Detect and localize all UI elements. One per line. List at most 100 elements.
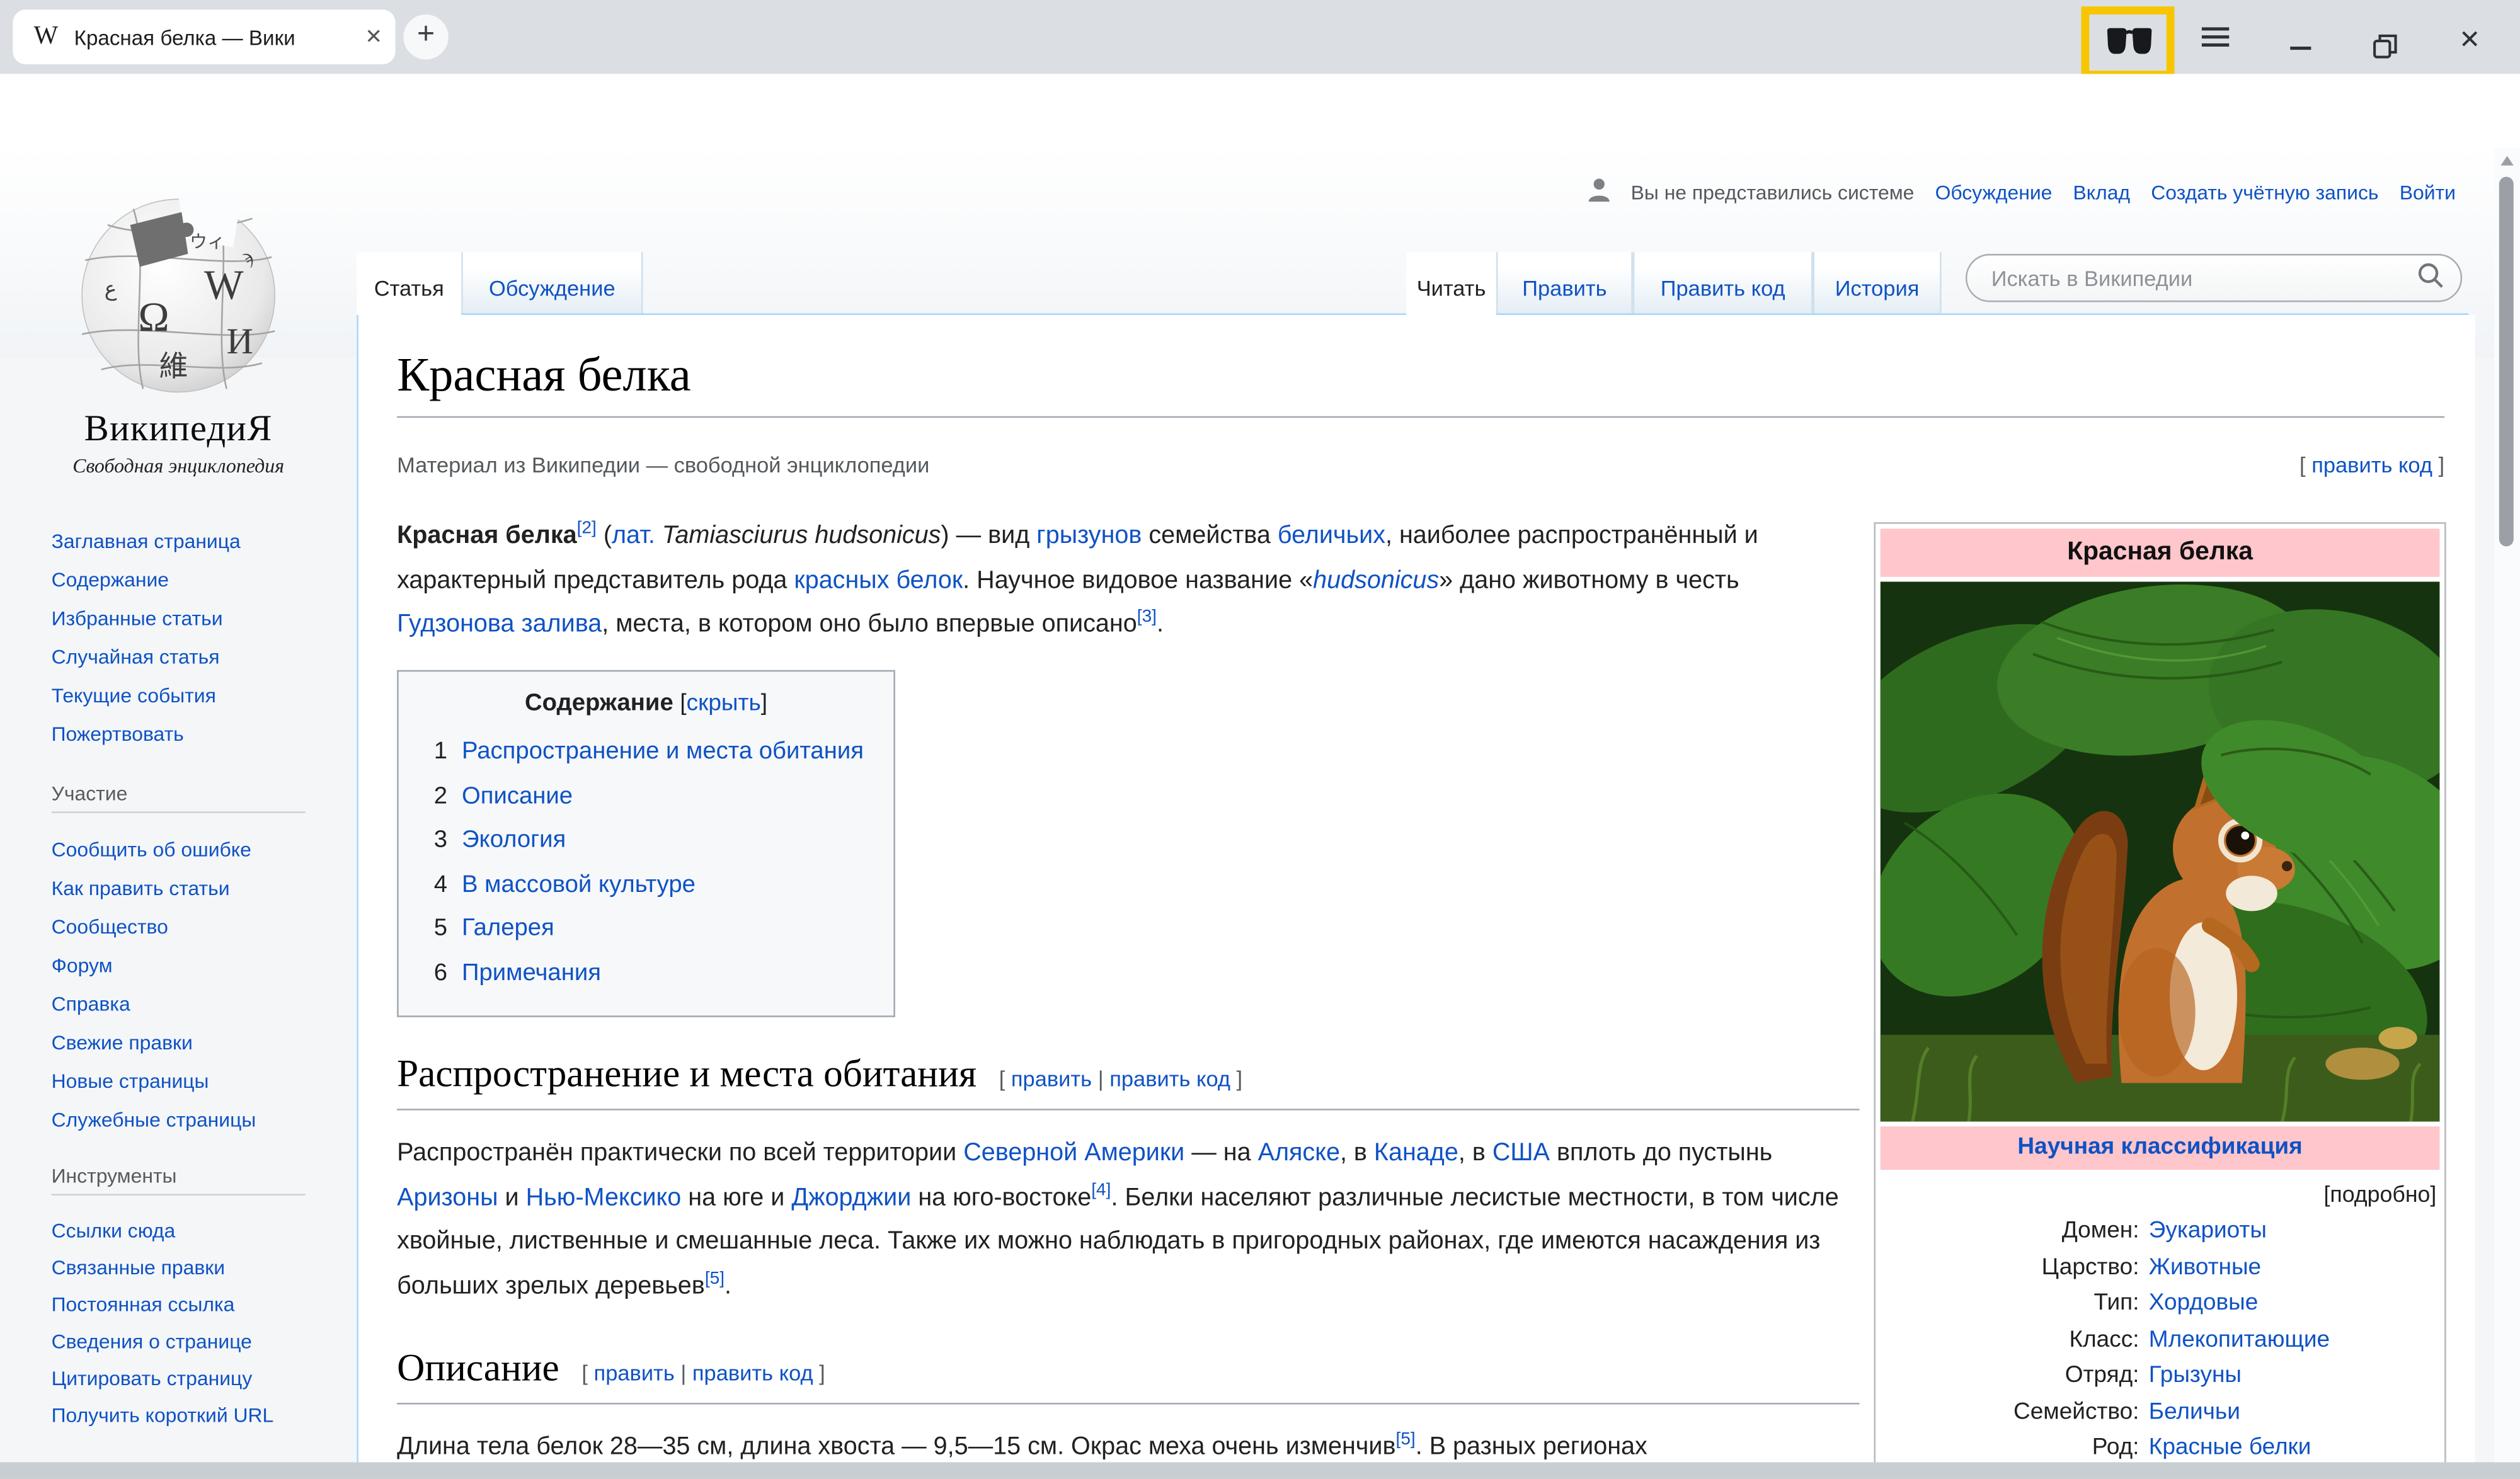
wiki-link[interactable]: Северной Америки bbox=[963, 1139, 1184, 1167]
sidebar-item-featured[interactable]: Избранные статьи bbox=[52, 600, 241, 638]
wiki-link[interactable]: править код bbox=[692, 1361, 813, 1385]
toc-item[interactable]: 3Экология bbox=[434, 818, 878, 862]
wiki-link[interactable]: править код bbox=[1109, 1067, 1230, 1091]
personal-link-talk[interactable]: Обсуждение bbox=[1935, 181, 2053, 204]
reference-link[interactable]: [4] bbox=[1091, 1180, 1111, 1199]
reference-link[interactable]: [2] bbox=[577, 519, 597, 539]
scrollbar-up-arrow-icon[interactable] bbox=[2500, 156, 2513, 165]
wiki-link[interactable]: править bbox=[594, 1361, 675, 1385]
tab-history[interactable]: История bbox=[1813, 253, 1942, 315]
toc-item[interactable]: 5Галерея bbox=[434, 906, 878, 951]
toc-item[interactable]: 1Распространение и места обитания bbox=[434, 729, 878, 774]
taxon-link[interactable]: Млекопитающие bbox=[2149, 1327, 2330, 1352]
browser-tab[interactable]: W Красная белка — Вики ✕ bbox=[13, 9, 395, 64]
personal-link-contributions[interactable]: Вклад bbox=[2073, 181, 2131, 204]
search-icon[interactable] bbox=[2417, 262, 2444, 294]
sidebar-item-what-links-here[interactable]: Ссылки сюда bbox=[52, 1213, 328, 1250]
restore-window-icon[interactable] bbox=[2372, 34, 2398, 68]
taxon-link[interactable]: Беличьи bbox=[2149, 1399, 2240, 1425]
table-row: Домен:Эукариоты bbox=[1881, 1213, 2440, 1249]
wiki-search-input[interactable] bbox=[1988, 265, 2417, 292]
edit-source-top-link[interactable]: [ править код ] bbox=[2300, 453, 2444, 477]
sidebar-item-how-to-edit[interactable]: Как править статьи bbox=[52, 869, 256, 908]
personal-link-create-account[interactable]: Создать учётную запись bbox=[2151, 181, 2378, 204]
reference-link[interactable]: [5] bbox=[705, 1269, 724, 1288]
sidebar-item-recent-changes[interactable]: Свежие правки bbox=[52, 1024, 256, 1062]
reference-link[interactable]: [3] bbox=[1137, 607, 1157, 627]
sidebar-header-tools: Инструменты bbox=[52, 1165, 306, 1195]
wiki-link[interactable]: лат. bbox=[612, 522, 655, 549]
wikipedia-logo[interactable]: Ω W И 維 ウィ ع ϡ ВикипедиЯ Свободная энцик… bbox=[0, 161, 357, 479]
section-distribution: Распространение и места обитания[ правит… bbox=[397, 1054, 1859, 1308]
wiki-link[interactable]: Гудзонова залива bbox=[397, 610, 602, 637]
sidebar-item-donate[interactable]: Пожертвовать bbox=[52, 715, 241, 753]
sidebar-item-help[interactable]: Справка bbox=[52, 985, 256, 1024]
toc-item[interactable]: 2Описание bbox=[434, 774, 878, 818]
toc-item[interactable]: 4В массовой культуре bbox=[434, 862, 878, 906]
taxon-link[interactable]: Хордовые bbox=[2149, 1290, 2259, 1316]
reference-link[interactable]: [5] bbox=[1396, 1430, 1416, 1449]
wiki-link[interactable]: скрыть bbox=[687, 691, 761, 717]
toc-hide-link[interactable]: [скрыть] bbox=[680, 691, 767, 717]
toc-item[interactable]: 6Примечания bbox=[434, 951, 878, 995]
wiki-link[interactable]: Канаде bbox=[1374, 1139, 1458, 1167]
tab-edit-source[interactable]: Править код bbox=[1633, 253, 1813, 315]
personal-link-login[interactable]: Войти bbox=[2400, 181, 2456, 204]
sidebar-item-page-info[interactable]: Сведения о странице bbox=[52, 1324, 328, 1361]
tab-article[interactable]: Статья bbox=[357, 253, 461, 315]
personal-tools-bar: Вы не представились системе Обсуждение В… bbox=[1588, 178, 2456, 207]
sidebar-group-navigation: Заглавная страница Содержание Избранные … bbox=[52, 522, 241, 753]
sidebar-item-random[interactable]: Случайная статья bbox=[52, 638, 241, 677]
wiki-link[interactable]: hudsonicus bbox=[1313, 566, 1439, 593]
tab-read[interactable]: Читать bbox=[1406, 253, 1496, 315]
sidebar-item-main-page[interactable]: Заглавная страница bbox=[52, 522, 241, 561]
wiki-search-box[interactable] bbox=[1966, 254, 2462, 302]
squirrel-photo[interactable] bbox=[1881, 581, 2440, 1121]
wiki-link[interactable]: беличьих bbox=[1278, 522, 1385, 549]
wiki-link[interactable]: красных белок bbox=[794, 566, 963, 593]
sidebar-item-new-pages[interactable]: Новые страницы bbox=[52, 1062, 256, 1100]
scrollbar-thumb[interactable] bbox=[2499, 177, 2514, 547]
sidebar-item-community[interactable]: Сообщество bbox=[52, 908, 256, 946]
sidebar-item-report-error[interactable]: Сообщить об ошибке bbox=[52, 831, 256, 869]
section-edit-links[interactable]: [ править | править код ] bbox=[999, 1067, 1242, 1091]
taxon-link[interactable]: Эукариоты bbox=[2149, 1218, 2267, 1244]
section-edit-links[interactable]: [ править | править код ] bbox=[581, 1361, 825, 1385]
taxobox-classification-header[interactable]: Научная классификация bbox=[2017, 1134, 2302, 1160]
sidebar-item-forum[interactable]: Форум bbox=[52, 947, 256, 985]
wiki-link[interactable]: править код bbox=[2311, 453, 2432, 477]
wiki-link[interactable]: править bbox=[1011, 1067, 1092, 1091]
new-tab-button[interactable]: + bbox=[403, 14, 448, 59]
taxon-link[interactable]: Красные белки bbox=[2149, 1435, 2311, 1461]
taxon-link[interactable]: Грызуны bbox=[2149, 1362, 2242, 1388]
sidebar-item-permanent-link[interactable]: Постоянная ссылка bbox=[52, 1287, 328, 1324]
tab-close-icon[interactable]: ✕ bbox=[365, 24, 382, 50]
article-title: Красная белка bbox=[397, 347, 2444, 405]
incognito-glasses-icon[interactable] bbox=[2105, 26, 2154, 67]
wiki-link[interactable]: грызунов bbox=[1036, 522, 1142, 549]
minimize-icon[interactable] bbox=[2290, 47, 2311, 50]
tab-edit[interactable]: Править bbox=[1496, 253, 1633, 315]
tab-talk[interactable]: Обсуждение bbox=[461, 253, 643, 315]
sidebar-item-current-events[interactable]: Текущие события bbox=[52, 677, 241, 715]
sidebar-item-special-pages[interactable]: Служебные страницы bbox=[52, 1100, 256, 1139]
article-content: Красная белка Материал из Википедии — св… bbox=[357, 315, 2475, 1462]
taxobox-title: Красная белка bbox=[1881, 528, 2440, 577]
logo-wordmark: ВикипедиЯ bbox=[0, 408, 357, 450]
wiki-link[interactable]: Нью-Мексико bbox=[526, 1184, 682, 1211]
wiki-link[interactable]: Аляске bbox=[1258, 1139, 1340, 1167]
taxon-link[interactable]: Животные bbox=[2149, 1254, 2261, 1280]
login-status-text: Вы не представились системе bbox=[1631, 181, 1915, 204]
taxobox-details-link[interactable]: [подробно] bbox=[1881, 1181, 2437, 1207]
page-scrollbar[interactable] bbox=[2494, 148, 2520, 1463]
close-window-icon[interactable]: ✕ bbox=[2459, 24, 2480, 56]
sidebar-item-short-url[interactable]: Получить короткий URL bbox=[52, 1398, 328, 1435]
browser-menu-icon[interactable] bbox=[2202, 27, 2229, 47]
wiki-link[interactable]: Аризоны bbox=[397, 1184, 498, 1211]
wiki-link[interactable]: Джорджии bbox=[791, 1184, 911, 1211]
sidebar-item-cite-page[interactable]: Цитировать страницу bbox=[52, 1361, 328, 1398]
wiki-link[interactable]: США bbox=[1492, 1139, 1550, 1167]
lead-paragraph: Красная белка[2] (лат. Tamiasciurus huds… bbox=[397, 514, 1853, 646]
sidebar-item-related-changes[interactable]: Связанные правки bbox=[52, 1250, 328, 1288]
sidebar-item-contents[interactable]: Содержание bbox=[52, 561, 241, 599]
